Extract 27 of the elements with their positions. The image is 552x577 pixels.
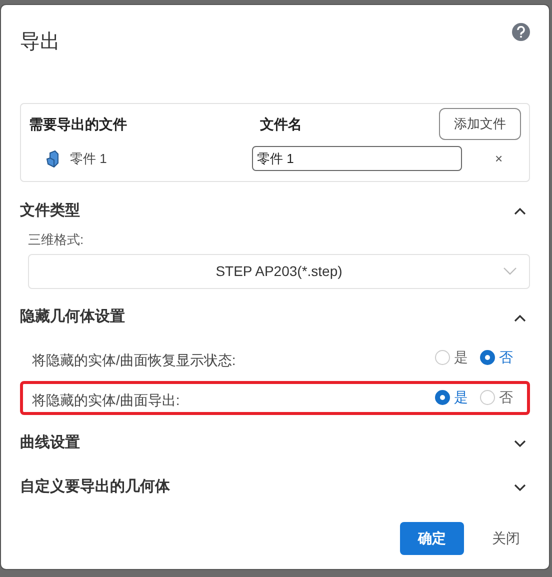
field-label: 三维格式: [28,231,85,249]
remove-button[interactable]: × [495,148,503,168]
dialog-title: 导出 [20,30,60,55]
radio-option[interactable]: 是 [435,347,468,368]
help-icon[interactable] [512,23,530,41]
chevron-down-icon[interactable] [514,440,526,448]
add-file-button[interactable]: 添加文件 [439,108,521,140]
column-header: 需要导出的文件 [29,114,128,134]
section-title: 自定义要导出的几何体 [20,477,170,498]
option-label: 将隐藏的实体/曲面导出: [32,391,180,410]
filename-field[interactable]: 零件 1 [252,146,462,171]
radio-option[interactable]: 是 [435,387,468,408]
close-button[interactable]: 关闭 [492,528,520,549]
column-header: 文件名 [260,114,303,134]
file-name: 零件 1 [70,150,107,168]
chevron-down-icon[interactable] [514,484,526,492]
section-title: 曲线设置 [20,433,80,454]
chevron-up-icon[interactable] [514,314,526,322]
format-dropdown[interactable]: STEP AP203(*.step) [28,254,530,288]
chevron-up-icon[interactable] [514,207,526,215]
radio-option[interactable]: 否 [480,387,513,408]
section-title: 文件类型 [20,200,80,221]
chevron-down-icon [503,267,517,275]
section-title: 隐藏几何体设置 [20,307,125,328]
radio-option[interactable]: 否 [480,347,513,368]
confirm-button[interactable]: 确定 [400,522,464,555]
option-label: 将隐藏的实体/曲面恢复显示状态: [32,351,236,370]
